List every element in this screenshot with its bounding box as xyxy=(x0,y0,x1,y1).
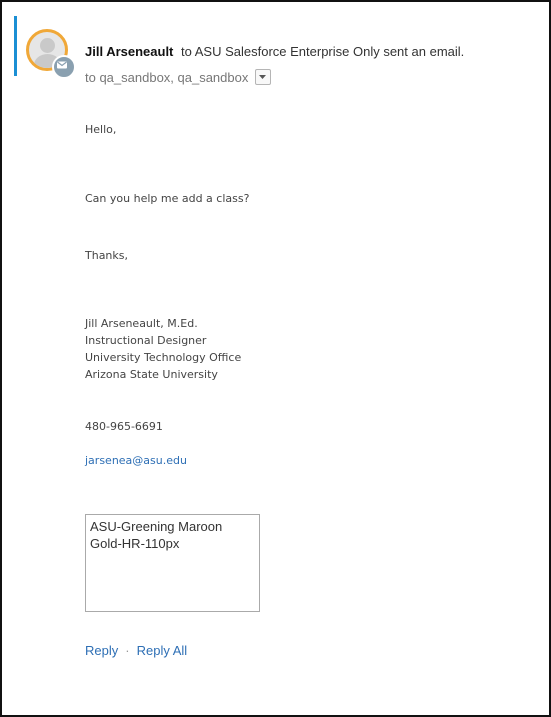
recipients-text: to qa_sandbox, qa_sandbox xyxy=(85,69,249,85)
sender-name[interactable]: Jill Arseneault xyxy=(85,44,173,59)
avatar[interactable] xyxy=(26,29,76,79)
signature-block: Jill Arseneault, M.Ed. Instructional Des… xyxy=(85,315,241,383)
image-alt-text-line-2: Gold-HR-110px xyxy=(90,536,180,551)
signature-name: Jill Arseneault, M.Ed. xyxy=(85,317,198,330)
broken-image-placeholder: ASU-Greening Maroon Gold-HR-110px xyxy=(85,514,260,612)
signature-phone: 480-965-6691 xyxy=(85,420,163,433)
unread-accent-bar xyxy=(14,16,17,76)
email-message: Can you help me add a class? xyxy=(85,192,250,205)
recipients-line: to qa_sandbox, qa_sandbox xyxy=(85,69,272,85)
reply-all-link[interactable]: Reply All xyxy=(137,643,188,658)
email-icon xyxy=(52,55,76,79)
signature-title: Instructional Designer xyxy=(85,334,207,347)
email-action-text: to ASU Salesforce Enterprise Only sent a… xyxy=(181,44,465,59)
caret-down-icon xyxy=(259,75,267,79)
recipients-dropdown-button[interactable] xyxy=(255,69,272,85)
image-alt-text-line-1: ASU-Greening Maroon xyxy=(90,519,223,534)
actions-separator: · xyxy=(125,643,130,658)
email-closing: Thanks, xyxy=(85,249,129,262)
signature-email-link[interactable]: jarsenea@asu.edu xyxy=(85,454,187,467)
email-feed-item: Jill Arseneault to ASU Salesforce Enterp… xyxy=(0,0,551,717)
signature-department: University Technology Office xyxy=(85,351,242,364)
reply-link[interactable]: Reply xyxy=(85,643,118,658)
signature-organization: Arizona State University xyxy=(85,368,218,381)
email-header: Jill Arseneault to ASU Salesforce Enterp… xyxy=(85,44,464,59)
email-actions: Reply · Reply All xyxy=(85,643,187,658)
email-greeting: Hello, xyxy=(85,123,117,136)
